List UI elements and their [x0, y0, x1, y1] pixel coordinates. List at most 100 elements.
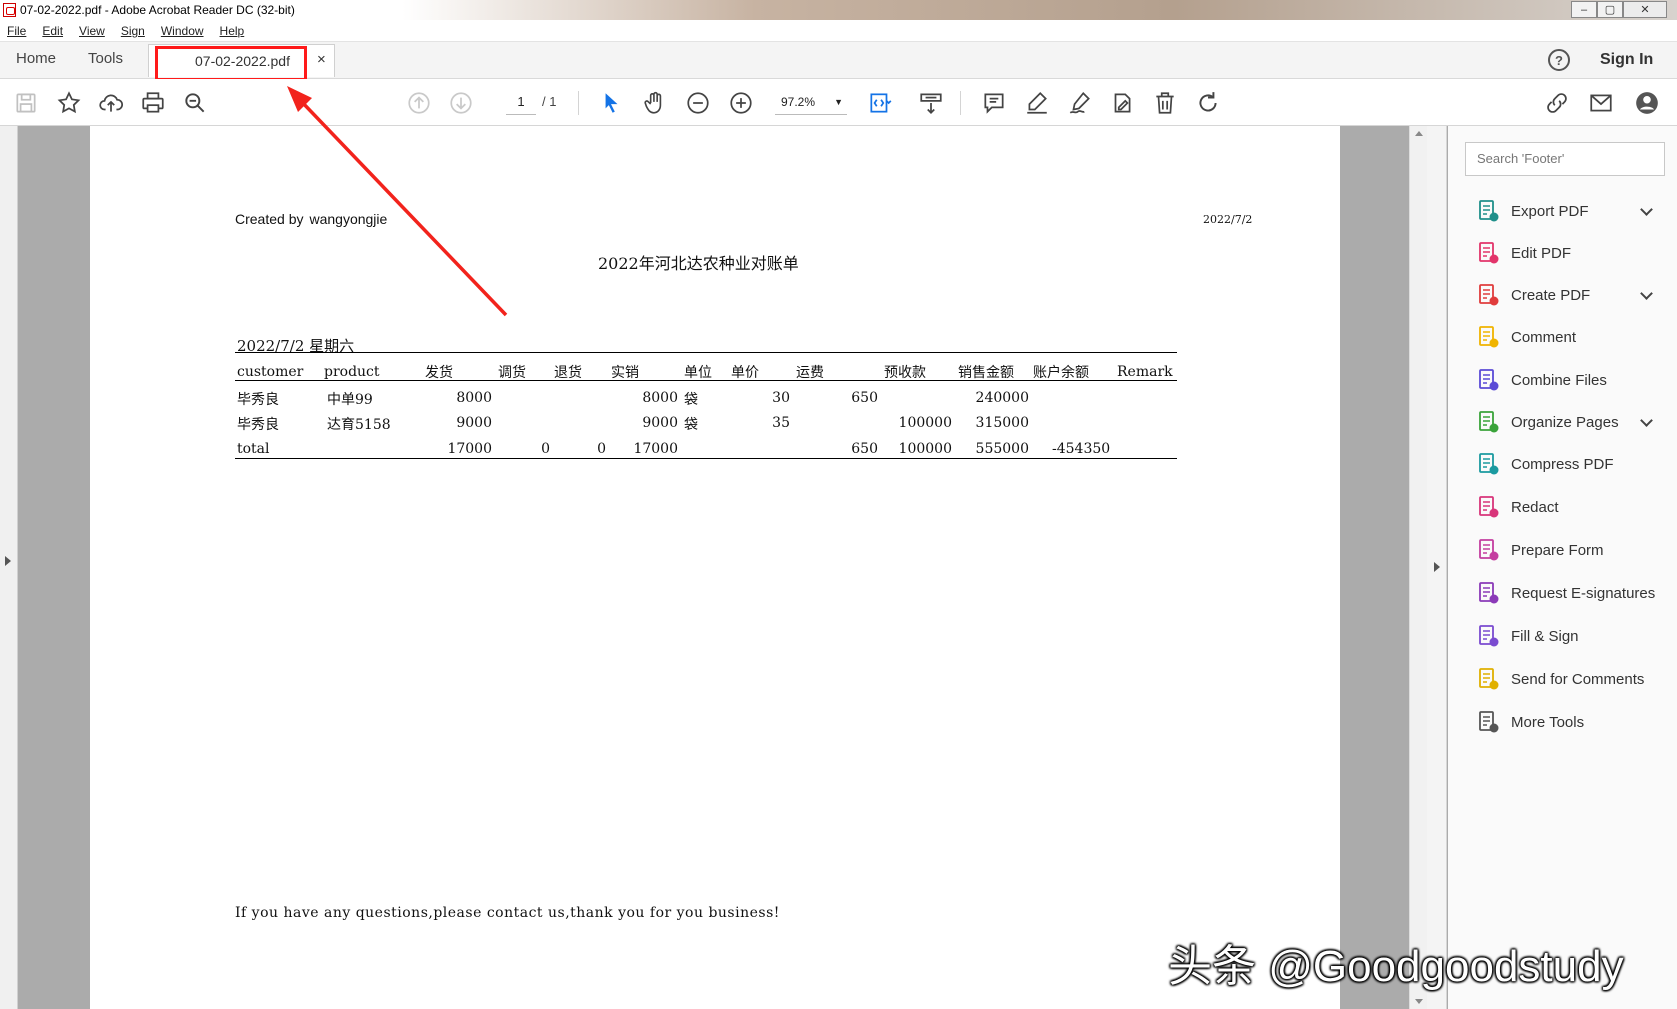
table-cell: 中单99: [327, 392, 373, 408]
col-account-balance: 账户余额: [1033, 365, 1089, 381]
menu-sign[interactable]: Sign: [121, 24, 145, 38]
right-panel-toggle[interactable]: [1427, 126, 1447, 1009]
share-link-icon[interactable]: [1543, 89, 1571, 117]
watermark-text: 头条 @Goodgoodstudy: [1168, 942, 1624, 991]
page-down-icon[interactable]: [447, 89, 475, 117]
table-top-rule: [235, 352, 1177, 353]
scroll-down-icon[interactable]: [1415, 999, 1423, 1004]
menu-edit[interactable]: Edit: [42, 24, 63, 38]
redact-icon: [1479, 496, 1499, 518]
page-up-icon[interactable]: [405, 89, 433, 117]
tool-create-pdf[interactable]: Create PDF: [1448, 277, 1677, 313]
left-panel-toggle[interactable]: [0, 126, 18, 1009]
maximize-button[interactable]: ▢: [1597, 1, 1623, 18]
edit-text-icon[interactable]: [1108, 89, 1136, 117]
zoom-search-icon[interactable]: [181, 89, 209, 117]
rotate-icon[interactable]: [1194, 89, 1222, 117]
total-cell: 0: [541, 441, 550, 457]
hand-pan-icon[interactable]: [641, 89, 669, 117]
select-cursor-icon[interactable]: [597, 89, 625, 117]
total-cell: 0: [597, 441, 606, 457]
close-tab-icon[interactable]: ×: [317, 51, 326, 68]
delete-icon[interactable]: [1151, 89, 1179, 117]
help-icon[interactable]: ?: [1548, 49, 1570, 71]
highlight-icon[interactable]: [1023, 89, 1051, 117]
total-cell: 650: [851, 441, 878, 457]
tool-redact[interactable]: Redact: [1448, 489, 1677, 525]
menu-file[interactable]: File: [7, 24, 26, 38]
red-highlight-box: [155, 46, 307, 81]
tool-label: Redact: [1511, 498, 1559, 516]
tool-compress-pdf[interactable]: Compress PDF: [1448, 446, 1677, 482]
created-by: Created by wangyongjie: [235, 211, 387, 227]
close-window-button[interactable]: ✕: [1623, 1, 1667, 18]
account-icon[interactable]: [1633, 89, 1661, 117]
organize-pages-icon: [1479, 411, 1499, 433]
col-sales-amount: 销售金额: [958, 365, 1014, 381]
tool-label: Export PDF: [1511, 202, 1589, 220]
tool-combine-files[interactable]: Combine Files: [1448, 362, 1677, 398]
page-total: / 1: [542, 94, 557, 109]
menu-help[interactable]: Help: [220, 24, 245, 38]
scroll-mode-icon[interactable]: [917, 89, 945, 117]
table-cell: 240000: [975, 390, 1029, 406]
export-pdf-icon: [1479, 200, 1499, 222]
table-cell: 30: [772, 390, 790, 406]
fill-sign-icon: [1479, 625, 1499, 647]
tool-label: Comment: [1511, 328, 1577, 346]
zoom-level-select[interactable]: 97.2% ▼: [775, 90, 847, 115]
tool-edit-pdf[interactable]: Edit PDF: [1448, 235, 1677, 271]
tool-request-e-signatures[interactable]: Request E-signatures: [1448, 575, 1677, 611]
tab-home[interactable]: Home: [16, 50, 56, 67]
create-pdf-icon: [1479, 284, 1499, 306]
chevron-down-icon[interactable]: [1640, 287, 1653, 300]
footer-note: If you have any questions,please contact…: [235, 905, 780, 921]
zoom-out-icon[interactable]: [684, 89, 712, 117]
menu-bar: File Edit View Sign Window Help: [0, 20, 1677, 41]
chevron-down-icon[interactable]: [1640, 203, 1653, 216]
request-esign-icon: [1479, 582, 1499, 604]
zoom-in-icon[interactable]: [727, 89, 755, 117]
tool-comment[interactable]: Comment: [1448, 319, 1677, 355]
sign-icon[interactable]: [1066, 89, 1094, 117]
table-cell: 袋: [684, 417, 698, 433]
upload-cloud-icon[interactable]: [97, 89, 125, 117]
save-icon[interactable]: [12, 89, 40, 117]
tool-fill-sign[interactable]: Fill & Sign: [1448, 618, 1677, 654]
total-label: total: [237, 441, 270, 457]
tool-organize-pages[interactable]: Organize Pages: [1448, 404, 1677, 440]
chevron-down-icon[interactable]: [1640, 414, 1653, 427]
sign-in-button[interactable]: Sign In: [1600, 51, 1653, 69]
tool-prepare-form[interactable]: Prepare Form: [1448, 532, 1677, 568]
comment-icon[interactable]: [980, 89, 1008, 117]
page-number-input[interactable]: 1: [506, 90, 536, 115]
vertical-scrollbar[interactable]: [1409, 126, 1427, 1009]
tab-tools[interactable]: Tools: [88, 50, 123, 67]
collapse-right-icon: [1434, 562, 1440, 572]
email-icon[interactable]: [1587, 89, 1615, 117]
document-title: 2022年河北达农种业对账单: [598, 254, 799, 273]
table-cell: 650: [851, 390, 878, 406]
print-icon[interactable]: [139, 89, 167, 117]
tab-document[interactable]: 07-02-2022.pdf ×: [148, 44, 335, 81]
toolbar: 1 / 1 97.2% ▼: [0, 79, 1677, 126]
menu-window[interactable]: Window: [161, 24, 204, 38]
tool-label: Send for Comments: [1511, 670, 1645, 688]
scroll-up-icon[interactable]: [1415, 131, 1423, 136]
tab-bar: Home Tools 07-02-2022.pdf × ? Sign In: [0, 41, 1677, 81]
col-prepaid: 预收款: [884, 365, 926, 381]
tool-search-input[interactable]: Search 'Footer': [1465, 142, 1665, 176]
table-cell: 袋: [684, 392, 698, 408]
table-cell: 8000: [642, 390, 678, 406]
table-cell: 毕秀良: [237, 417, 279, 433]
fit-page-icon[interactable]: [866, 89, 894, 117]
tool-more-tools[interactable]: More Tools: [1448, 704, 1677, 740]
table-bottom-rule: [235, 458, 1177, 459]
minimize-button[interactable]: –: [1571, 1, 1597, 18]
tool-export-pdf[interactable]: Export PDF: [1448, 193, 1677, 229]
menu-view[interactable]: View: [79, 24, 105, 38]
bookmark-star-icon[interactable]: [55, 89, 83, 117]
tool-label: Prepare Form: [1511, 541, 1604, 559]
tool-send-for-comments[interactable]: Send for Comments: [1448, 661, 1677, 697]
toolbar-divider: [960, 91, 961, 115]
